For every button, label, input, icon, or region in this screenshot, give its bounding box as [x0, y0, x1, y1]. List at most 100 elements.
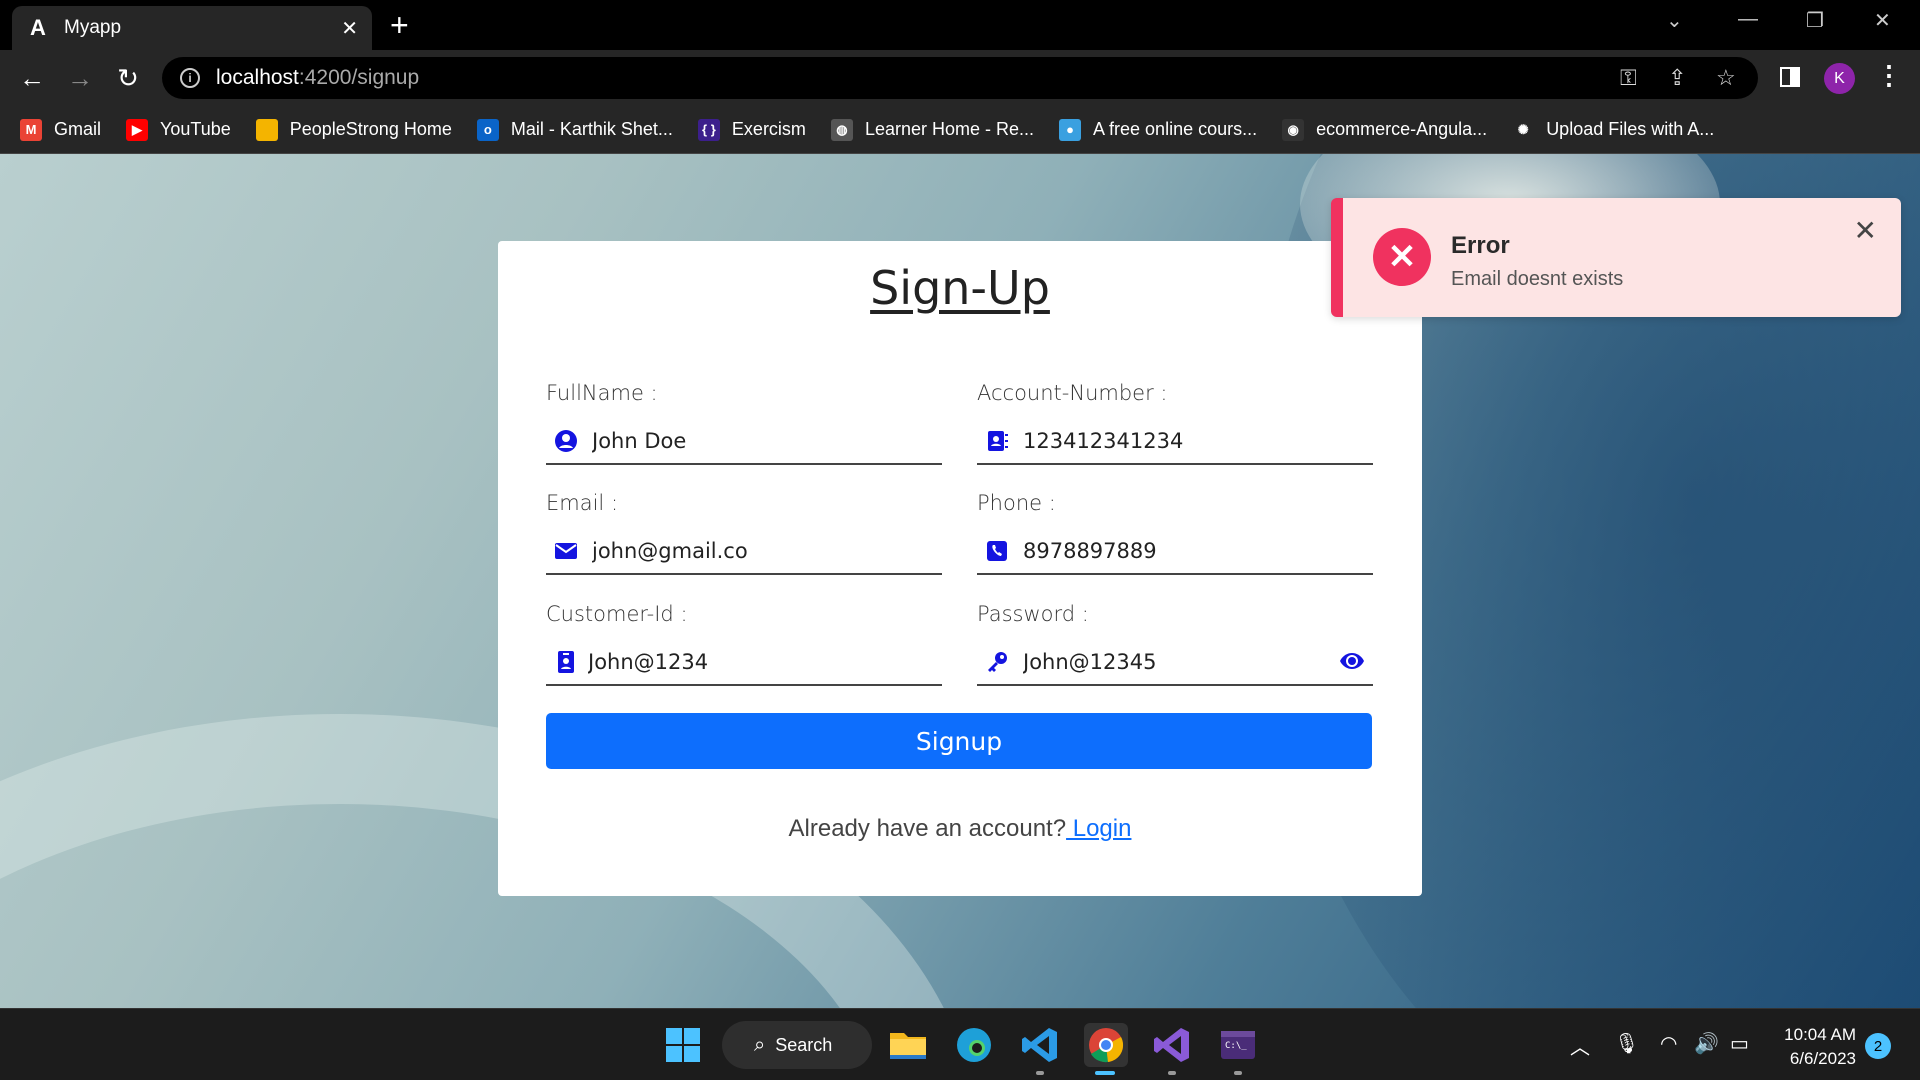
customer-id-input[interactable]	[588, 650, 942, 674]
toast-message: Email doesnt exists	[1451, 268, 1624, 290]
course-icon: ●	[1059, 118, 1082, 141]
email-input[interactable]	[592, 539, 942, 563]
bookmark-item[interactable]: ◉ ecommerce-Angula...	[1282, 118, 1487, 141]
site-info-icon[interactable]: i	[180, 68, 200, 88]
bookmark-item[interactable]: o Mail - Karthik Shet...	[476, 118, 673, 141]
forward-arrow-icon[interactable]: →	[62, 60, 98, 96]
bookmark-label: Exercism	[731, 119, 806, 139]
fullname-input[interactable]	[592, 429, 942, 453]
globe-icon: ◍	[830, 118, 853, 141]
close-window-icon[interactable]: ✕	[1874, 8, 1891, 33]
phone-input[interactable]	[1023, 539, 1373, 563]
bookmark-label: Gmail	[54, 119, 102, 139]
windows-taskbar: ⌕ Search C:\_ ︿ 🎙 ◠ 🔊 ▭ 10:04 AM 6/6/202…	[0, 1008, 1920, 1080]
new-tab-button[interactable]: +	[390, 8, 409, 42]
youtube-icon: ▶	[126, 118, 149, 141]
account-number-input-box[interactable]	[977, 419, 1373, 465]
edge-browser-icon[interactable]	[952, 1023, 996, 1067]
key-icon[interactable]: ⚿	[1620, 65, 1637, 91]
email-label: Email :	[546, 491, 619, 515]
bookmark-item[interactable]: ▶ YouTube	[126, 118, 231, 141]
bookmark-item[interactable]: { } Exercism	[697, 118, 806, 141]
account-number-input[interactable]	[1023, 429, 1373, 453]
taskbar-search[interactable]: ⌕ Search	[722, 1021, 872, 1069]
tab-myapp[interactable]: A Myapp ✕	[12, 6, 372, 50]
share-icon[interactable]: ⇪	[1668, 65, 1686, 91]
chrome-icon[interactable]	[1084, 1023, 1128, 1067]
wifi-icon[interactable]: ◠	[1660, 1031, 1677, 1056]
toast-close-icon[interactable]: ✕	[1854, 214, 1877, 247]
error-toast: ✕ Error Email doesnt exists ✕	[1331, 198, 1901, 317]
fullname-label: FullName :	[546, 381, 658, 405]
show-hidden-icons-chevron[interactable]: ︿	[1570, 1031, 1590, 1060]
password-label: Password :	[977, 602, 1089, 626]
show-password-eye-icon[interactable]	[1339, 648, 1365, 674]
page-title: Sign-Up	[870, 261, 1050, 315]
battery-icon[interactable]: ▭	[1730, 1031, 1749, 1056]
password-input-box[interactable]	[977, 640, 1373, 686]
login-link[interactable]: Login	[1066, 815, 1132, 842]
bookmark-star-icon[interactable]: ☆	[1716, 65, 1736, 91]
bookmark-label: YouTube	[160, 119, 231, 139]
taskbar-search-label: Search	[775, 1034, 833, 1055]
page-background: Sign-Up FullName : Account-Number :	[0, 154, 1920, 1008]
account-number-field: Account-Number :	[977, 381, 1373, 465]
tab-search-chevron-icon[interactable]: ⌄	[1666, 8, 1683, 33]
customer-id-input-box[interactable]	[546, 640, 942, 686]
tab-close-icon[interactable]: ✕	[341, 16, 358, 41]
volume-icon[interactable]: 🔊	[1694, 1031, 1719, 1056]
bookmark-item[interactable]: ◍ Learner Home - Re...	[830, 118, 1035, 141]
restore-icon[interactable]: ❐	[1806, 8, 1824, 33]
phone-input-box[interactable]	[977, 529, 1373, 575]
login-prompt: Already have an account? Login	[498, 815, 1422, 843]
bookmark-label: Upload Files with A...	[1546, 119, 1715, 139]
email-input-box[interactable]	[546, 529, 942, 575]
visual-studio-icon[interactable]	[1150, 1023, 1194, 1067]
phone-square-icon	[985, 539, 1009, 563]
reload-icon[interactable]: ↻	[110, 60, 146, 96]
minimize-icon[interactable]: —	[1738, 8, 1758, 31]
customer-id-label: Customer-Id :	[546, 602, 688, 626]
system-clock[interactable]: 10:04 AM 6/6/2023	[1776, 1023, 1856, 1071]
bookmark-item[interactable]: ✺ Upload Files with A...	[1512, 118, 1715, 141]
bookmark-label: Learner Home - Re...	[864, 119, 1035, 139]
exercism-icon: { }	[697, 118, 720, 141]
account-number-label: Account-Number :	[977, 381, 1168, 405]
file-explorer-icon[interactable]	[886, 1023, 930, 1067]
login-prompt-text: Already have an account?	[788, 815, 1067, 842]
terminal-icon[interactable]: C:\_	[1216, 1023, 1260, 1067]
browser-menu-icon[interactable]: ⋮	[1876, 60, 1902, 91]
user-circle-icon	[554, 429, 578, 453]
email-field: Email :	[546, 491, 942, 575]
side-panel-icon[interactable]	[1780, 67, 1800, 87]
microphone-icon[interactable]: 🎙	[1614, 1031, 1639, 1056]
bookmark-item[interactable]: ● A free online cours...	[1059, 118, 1258, 141]
password-input[interactable]	[1023, 650, 1373, 674]
angular-icon: A	[30, 15, 46, 40]
bookmark-label: Mail - Karthik Shet...	[510, 119, 673, 139]
address-bar: ← → ↻ i localhost :4200/signup ⚿ ⇪ ☆ K ⋮	[0, 50, 1920, 106]
svg-text:C:\_: C:\_	[1225, 1041, 1247, 1051]
github-icon: ◉	[1282, 118, 1305, 141]
clock-time: 10:04 AM	[1784, 1025, 1856, 1044]
back-arrow-icon[interactable]: ←	[14, 60, 50, 96]
vscode-icon[interactable]	[1018, 1023, 1062, 1067]
fullname-input-box[interactable]	[546, 419, 942, 465]
bookmark-item[interactable]: M Gmail	[20, 118, 102, 141]
bookmark-label: A free online cours...	[1093, 119, 1258, 139]
envelope-icon	[554, 539, 578, 563]
signup-button[interactable]: Signup	[546, 713, 1372, 769]
url-bar[interactable]: i localhost :4200/signup ⚿ ⇪ ☆	[162, 57, 1758, 99]
url-host: localhost	[216, 66, 299, 89]
peoplestrong-icon	[255, 118, 278, 141]
running-indicator	[1168, 1071, 1176, 1075]
phone-field: Phone :	[977, 491, 1373, 575]
profile-avatar[interactable]: K	[1824, 63, 1855, 94]
gmail-icon: M	[20, 118, 42, 141]
bookmark-item[interactable]: PeopleStrong Home	[255, 118, 452, 141]
signup-card: Sign-Up FullName : Account-Number :	[498, 241, 1422, 896]
clock-date: 6/6/2023	[1789, 1049, 1856, 1068]
windows-start-icon[interactable]	[661, 1023, 705, 1067]
notification-badge[interactable]: 2	[1865, 1033, 1891, 1059]
bookmarks-bar: M Gmail ▶ YouTube PeopleStrong Home o Mail - K…	[0, 106, 1920, 154]
